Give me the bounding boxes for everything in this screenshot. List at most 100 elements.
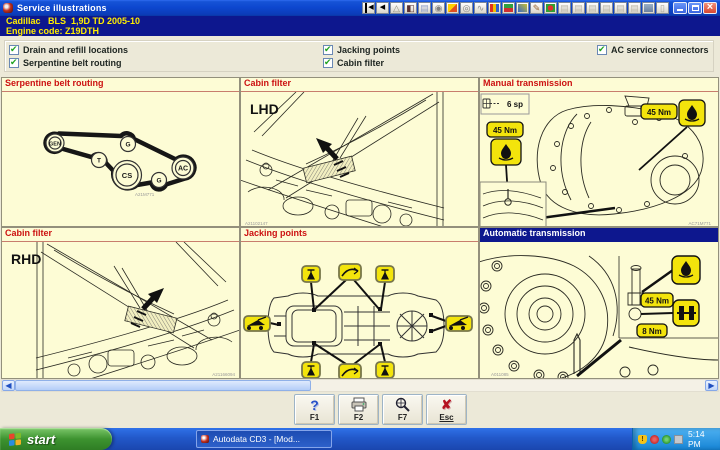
doc-icon: ▤ [601,3,612,13]
toolbar-vehicle-button[interactable] [642,2,655,14]
toolbar-pipe-button[interactable]: ∿ [474,2,487,14]
torque-badge-bottom: 8 Nm [637,324,667,337]
tray-red-icon[interactable] [650,435,659,444]
torque-value: 45 Nm [645,297,669,306]
exit-icon: ✘ [441,397,452,413]
parts-icon [518,4,527,12]
toolbar-wheel-button[interactable]: ◎ [460,2,473,14]
toolbar-doc1-button[interactable]: ▤ [558,2,571,14]
tray-green-icon[interactable] [662,435,671,444]
windows-flag-icon [9,433,22,446]
toolbar-manual-button[interactable]: ◧ [404,2,417,14]
gear-count-box: 6 sp [481,94,529,114]
screen-icon [504,4,513,12]
security-shield-icon[interactable]: ! [638,435,647,444]
toolbar-doc5-button[interactable]: ▤ [614,2,627,14]
toolbar-smart-button[interactable] [544,2,557,14]
toolbar-note-button[interactable]: ▤ [418,2,431,14]
oil-badge [672,256,700,284]
figure-code: AC71M771 [688,221,711,226]
oil-badge-left [491,139,521,165]
restore-button[interactable] [688,2,702,14]
panel-serpentine-belt[interactable]: Serpentine belt routing GEN T G CS G AC … [1,77,240,227]
doc-icon: ▤ [559,3,570,13]
filter-label: Jacking points [337,45,400,55]
disc-icon: ◉ [433,3,444,13]
toolbar-service-button[interactable] [446,2,459,14]
steering-variant-label: LHD [250,101,279,117]
start-button[interactable]: start [0,428,112,450]
panel-manual-transmission[interactable]: Manual transmission 6 s [479,77,719,227]
checkbox-checked-icon[interactable] [323,45,333,55]
doc-icon: ▤ [629,3,640,13]
fkey-label: Esc [427,413,466,422]
oil-badge-right [679,100,705,126]
panel-cabin-filter-lhd[interactable]: Cabin filter LHD A21102147 [240,77,479,227]
torque-badge-left: 45 Nm [487,122,523,137]
toolbar-battery-button[interactable]: ▯ [656,2,669,14]
toolbar-parts-button[interactable] [516,2,529,14]
warning-icon: △ [391,3,402,13]
toolbar-warning-button[interactable]: △ [390,2,403,14]
toolbar-doc6-button[interactable]: ▤ [628,2,641,14]
smart-diagnostics-icon [546,4,555,12]
filter-ac-service[interactable]: AC service connectors [597,44,709,55]
toolbar-nav-first-button[interactable]: ◀ [362,2,375,14]
illustration-grid: Serpentine belt routing GEN T G CS G AC … [1,77,719,379]
task-button-autodata[interactable]: Autodata CD3 - [Mod... [196,430,332,448]
panel-cabin-filter-rhd[interactable]: Cabin filter RHD A21166094 [1,227,240,379]
pulley-label: T [97,158,101,165]
cabin-filter-rhd-diagram: RHD A21166094 [1,242,240,379]
toolbar: ◀ ◀ △ ◧ ▤ ◉ ◎ ∿ ✎ ▤ ▤ ▤ ▤ ▤ ▤ ▯ [362,2,669,14]
toolbar-doc2-button[interactable]: ▤ [572,2,585,14]
filter-serpentine-belt[interactable]: Serpentine belt routing [9,57,122,68]
horizontal-scrollbar[interactable]: ◀ ▶ [1,379,719,392]
close-button[interactable] [703,2,717,14]
panel-automatic-transmission[interactable]: Automatic transmission [479,227,719,379]
fkey-label: F2 [339,413,378,422]
help-button[interactable]: ? F1 [294,394,335,425]
leader-line [639,127,687,170]
tray-display-icon[interactable] [674,435,683,444]
autodata-app-icon [201,435,209,443]
toolbar-disc-button[interactable]: ◉ [432,2,445,14]
panel-title-selected: Automatic transmission [479,227,719,242]
print-button[interactable]: F2 [338,394,379,425]
toolbar-doc4-button[interactable]: ▤ [600,2,613,14]
toolbar-doc3-button[interactable]: ▤ [586,2,599,14]
filter-label: Cabin filter [337,58,384,68]
start-label: start [27,432,55,447]
pulley-label: AC [178,166,188,173]
checkbox-checked-icon[interactable] [9,45,19,55]
checkbox-checked-icon[interactable] [597,45,607,55]
checkbox-checked-icon[interactable] [9,58,19,68]
minimize-button[interactable] [673,2,687,14]
scrollbar-thumb[interactable] [15,380,311,391]
help-icon: ? [310,397,319,413]
pipe-icon: ∿ [475,3,486,13]
function-key-bar: ? F1 F2 F7 ✘ Esc [294,394,467,425]
zoom-tool-button[interactable]: F7 [382,394,423,425]
checkbox-checked-icon[interactable] [323,58,333,68]
gearbox-drawing [537,96,703,215]
filter-cabin-filter[interactable]: Cabin filter [323,57,384,68]
scroll-left-arrow-icon[interactable]: ◀ [2,380,15,391]
filter-drain-refill[interactable]: Drain and refill locations [9,44,128,55]
filter-label: Serpentine belt routing [23,58,122,68]
toolbar-screen-button[interactable] [502,2,515,14]
nav-back-icon: ◀ [377,3,388,13]
toolbar-chart-button[interactable] [488,2,501,14]
leader-line [577,340,621,376]
exit-button[interactable]: ✘ Esc [426,394,467,425]
filter-jacking-points[interactable]: Jacking points [323,44,400,55]
toolbar-nav-back-button[interactable]: ◀ [376,2,389,14]
manual-transmission-diagram: 6 sp 45 Nm 45 Nm [479,92,718,227]
toolbar-brush-button[interactable]: ✎ [530,2,543,14]
filter-label: AC service connectors [611,45,709,55]
brush-icon: ✎ [531,3,542,13]
panel-jacking-points[interactable]: Jacking points [240,227,479,379]
doc-icon: ▤ [587,3,598,13]
app-icon [3,3,13,13]
scroll-right-arrow-icon[interactable]: ▶ [705,380,718,391]
illustration-filter-box: Drain and refill locations Serpentine be… [4,40,714,72]
